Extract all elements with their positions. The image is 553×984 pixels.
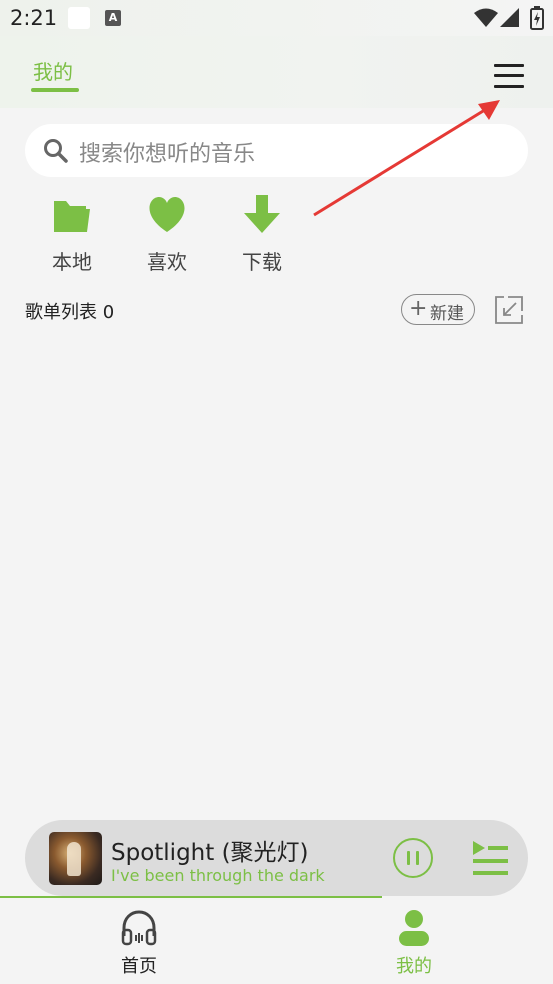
mini-player[interactable]: Spotlight (聚光灯) I've been through the da… (25, 820, 528, 896)
nav-home[interactable]: 首页 (79, 898, 199, 984)
search-icon (44, 139, 68, 163)
search-bar[interactable]: 搜索你想听的音乐 (25, 124, 528, 177)
tab-indicator (31, 88, 79, 92)
import-icon[interactable] (494, 295, 524, 325)
nav-home-label: 首页 (121, 956, 157, 977)
screen: 2:21 A 我的 搜索你想听的音乐 本地 喜欢 下载 歌单列表 0 + 新建 … (0, 0, 553, 984)
header: 我的 (0, 36, 553, 108)
quick-action-local[interactable]: 本地 (37, 192, 107, 276)
signal-icon (500, 8, 519, 27)
plus-icon: + (409, 296, 428, 321)
playlist-queue-icon[interactable] (470, 838, 510, 878)
quick-action-favorites-label: 喜欢 (147, 250, 187, 274)
download-arrow-icon (244, 195, 280, 233)
quick-action-download-label: 下载 (242, 250, 282, 274)
quick-action-local-label: 本地 (52, 250, 92, 274)
status-time: 2:21 (10, 6, 58, 30)
nav-mine-label: 我的 (396, 956, 432, 977)
quick-action-download[interactable]: 下载 (227, 192, 297, 276)
heart-icon (149, 197, 185, 232)
battery-icon (530, 6, 544, 30)
folder-icon (54, 201, 90, 232)
tab-mine[interactable]: 我的 (33, 56, 73, 85)
pause-icon[interactable] (393, 838, 433, 878)
quick-action-favorites[interactable]: 喜欢 (132, 192, 202, 276)
user-icon (399, 910, 429, 946)
status-bar: 2:21 A (0, 0, 553, 36)
song-lyric: I've been through the dark (111, 866, 325, 885)
wifi-icon (474, 8, 498, 27)
hamburger-menu-icon[interactable] (490, 60, 528, 92)
a-badge-icon: A (105, 10, 121, 26)
nav-mine[interactable]: 我的 (354, 898, 474, 984)
notification-square-icon (68, 7, 90, 29)
new-playlist-label: 新建 (430, 304, 464, 324)
bottom-nav: 首页 我的 (0, 898, 553, 984)
headphones-icon (121, 910, 157, 946)
search-placeholder: 搜索你想听的音乐 (79, 142, 256, 167)
new-playlist-button[interactable]: + 新建 (401, 294, 475, 325)
playlist-title: 歌单列表 0 (25, 302, 115, 323)
song-title: Spotlight (聚光灯) (111, 840, 309, 866)
album-art[interactable] (49, 832, 102, 885)
